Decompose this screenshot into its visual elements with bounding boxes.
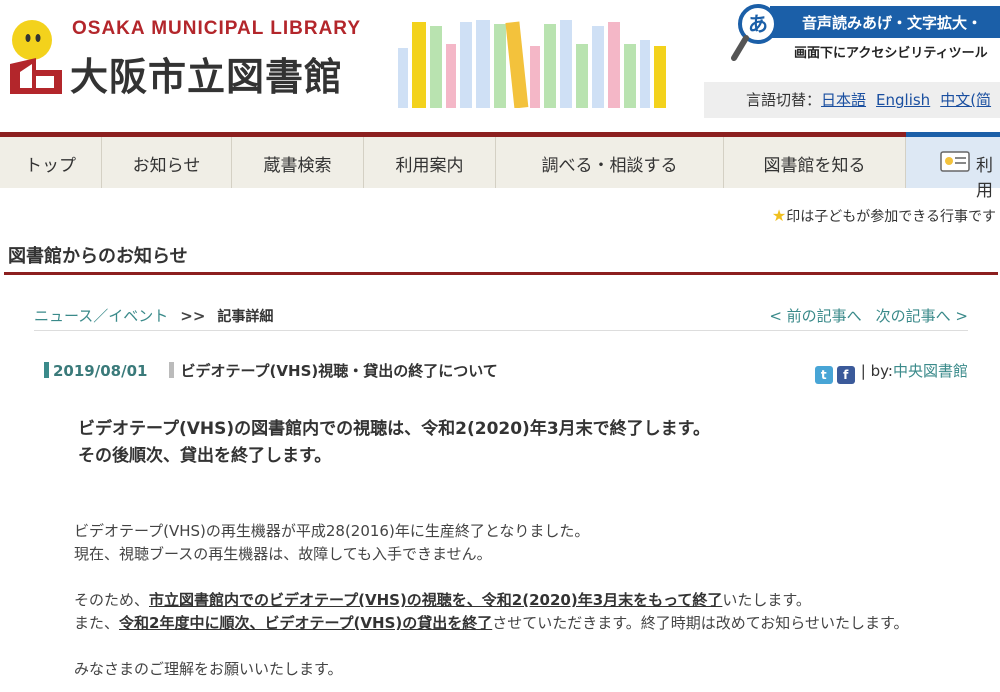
body-paragraph-2: そのため、市立図書館内でのビデオテープ(VHS)の視聴を、令和2(2020)年3… <box>74 589 974 635</box>
lead-line-2: その後順次、貸出を終了します。 <box>78 446 332 466</box>
bookshelf-illustration-icon <box>398 20 666 108</box>
nav-item-guide[interactable]: 利用案内 <box>364 137 496 188</box>
language-japanese-link[interactable]: 日本語 <box>821 91 866 109</box>
site-header: OSAKA MUNICIPAL LIBRARY 大阪市立図書館 音声読みあげ・文… <box>0 0 1000 132</box>
nav-item-user[interactable]: 利用 <box>906 132 1000 201</box>
accessibility-banner[interactable]: 音声読みあげ・文字拡大・ 画面下にアクセシビリティツール あ <box>730 2 1000 64</box>
accessibility-glyph: あ <box>748 12 768 36</box>
breadcrumb: ニュース／イベント >> 記事詳細 < 前の記事へ 次の記事へ > <box>34 305 968 331</box>
share-bar: t f | by:中央図書館 <box>811 360 968 384</box>
author-link[interactable]: 中央図書館 <box>893 362 968 380</box>
p1-line-1: ビデオテープ(VHS)の再生機器が平成28(2016)年に生産終了となりました。 <box>74 522 590 540</box>
magnifier-icon: あ <box>731 4 778 61</box>
p2-line-1-emphasis: 市立図書館内でのビデオテープ(VHS)の視聴を、令和2(2020)年3月末をもっ… <box>149 591 723 609</box>
main-navigation: トップ お知らせ 蔵書検索 利用案内 調べる・相談する 図書館を知る 利用 <box>0 132 1000 201</box>
breadcrumb-separator: >> <box>180 307 206 325</box>
twitter-share-icon[interactable]: t <box>814 366 833 384</box>
site-logo[interactable]: OSAKA MUNICIPAL LIBRARY 大阪市立図書館 <box>6 12 386 112</box>
next-article-link[interactable]: 次の記事へ > <box>876 307 968 325</box>
kids-event-note: ★印は子どもが参加できる行事です <box>772 206 996 226</box>
byline: | by:中央図書館 <box>861 362 968 380</box>
star-icon: ★ <box>771 206 787 225</box>
facebook-share-icon[interactable]: f <box>836 366 855 384</box>
nav-item-top[interactable]: トップ <box>0 137 102 188</box>
title-marker <box>169 362 175 378</box>
section-divider <box>4 272 998 275</box>
nav-item-user-label: 利用 <box>976 156 993 201</box>
article-pager: < 前の記事へ 次の記事へ > <box>769 305 968 326</box>
prev-article-link[interactable]: < 前の記事へ <box>769 307 861 325</box>
mascot-logo-icon <box>10 20 62 94</box>
accessibility-subtitle: 画面下にアクセシビリティツール <box>794 46 988 61</box>
article-lead: ビデオテープ(VHS)の図書館内での視聴は、令和2(2020)年3月末で終了しま… <box>78 416 710 470</box>
language-chinese-link[interactable]: 中文(简 <box>940 91 991 109</box>
language-label: 言語切替： <box>746 91 822 109</box>
body-paragraph-1: ビデオテープ(VHS)の再生機器が平成28(2016)年に生産終了となりました。… <box>74 520 974 566</box>
breadcrumb-news-link[interactable]: ニュース／イベント <box>34 307 168 325</box>
p2-line-1-pre: そのため、 <box>74 591 150 609</box>
p2-line-2-pre: また、 <box>74 614 120 632</box>
nav-item-news[interactable]: お知らせ <box>102 137 232 188</box>
nav-item-about[interactable]: 図書館を知る <box>724 137 906 188</box>
kids-event-note-text: 印は子どもが参加できる行事です <box>786 209 996 225</box>
breadcrumb-current: 記事詳細 <box>217 309 274 325</box>
lead-line-1: ビデオテープ(VHS)の図書館内での視聴は、令和2(2020)年3月末で終了しま… <box>78 419 710 439</box>
library-card-icon <box>940 151 970 172</box>
article-date: 2019/08/01 <box>53 362 148 380</box>
logo-japanese: 大阪市立図書館 <box>70 55 344 99</box>
article-body: ビデオテープ(VHS)の再生機器が平成28(2016)年に生産終了となりました。… <box>74 520 974 692</box>
date-marker <box>44 362 49 378</box>
p2-line-1-post: いたします。 <box>722 591 811 609</box>
p2-line-2-emphasis: 令和2年度中に順次、ビデオテープ(VHS)の貸出を終了 <box>119 614 493 632</box>
article-meta: 2019/08/01 ビデオテープ(VHS)視聴・貸出の終了について t f | by… <box>44 360 968 386</box>
accessibility-title: 音声読みあげ・文字拡大・ <box>770 6 1000 38</box>
p2-line-2-post: させていただきます。終了時期は改めてお知らせいたします。 <box>492 614 909 632</box>
logo-english: OSAKA MUNICIPAL LIBRARY <box>72 18 361 39</box>
language-english-link[interactable]: English <box>876 91 930 109</box>
language-switcher: 言語切替：日本語 English 中文(简 <box>704 82 1000 118</box>
body-paragraph-3: みなさまのご理解をお願いいたします。 <box>74 660 343 678</box>
p1-line-2: 現在、視聴ブースの再生機器は、故障しても入手できません。 <box>74 545 492 563</box>
byline-label: | by: <box>860 362 893 380</box>
nav-item-research[interactable]: 調べる・相談する <box>496 137 724 188</box>
nav-item-catalog-search[interactable]: 蔵書検索 <box>232 137 364 188</box>
article-title: ビデオテープ(VHS)視聴・貸出の終了について <box>180 362 498 380</box>
section-title: 図書館からのお知らせ <box>8 246 188 267</box>
